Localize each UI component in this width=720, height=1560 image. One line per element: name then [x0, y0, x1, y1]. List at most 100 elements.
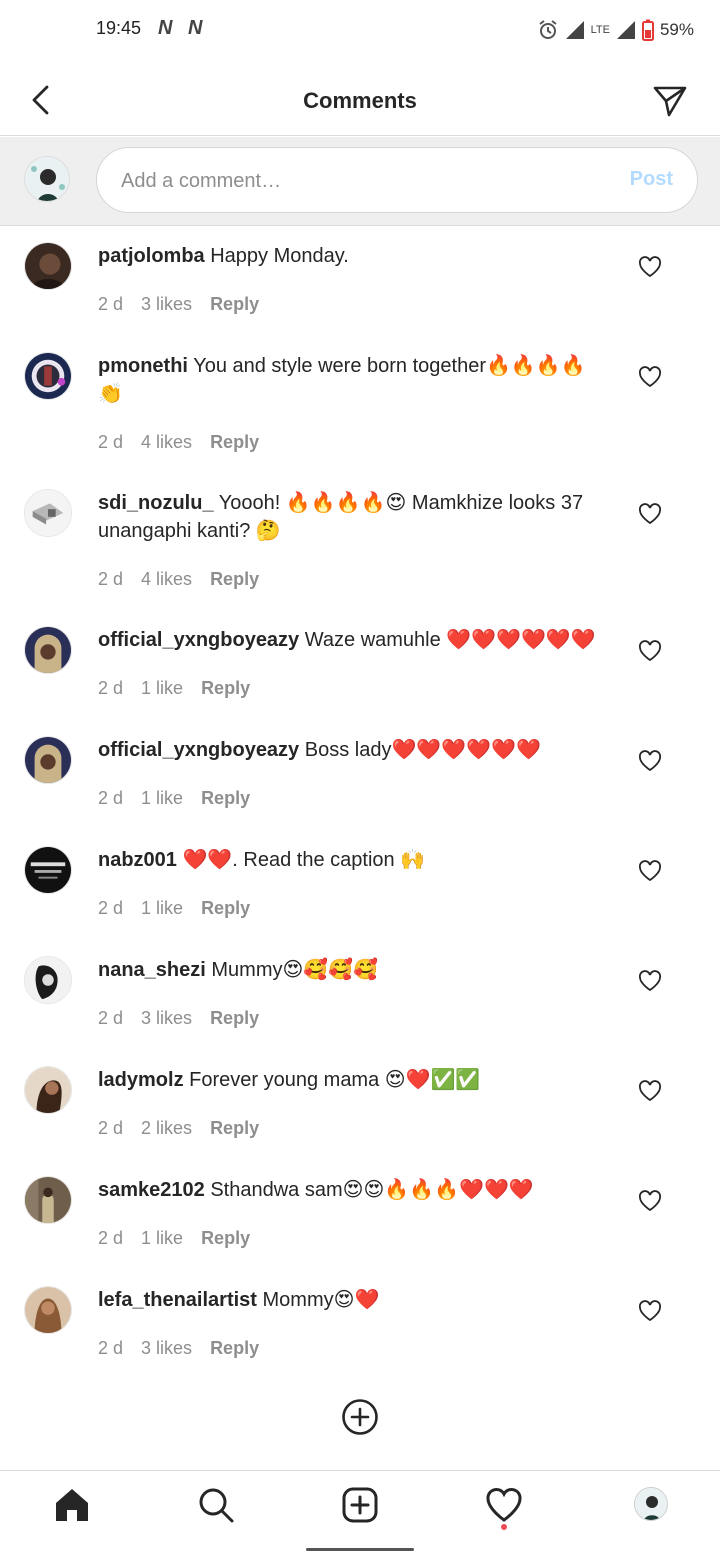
- comment-meta: 2 d 2 likes Reply: [98, 1118, 259, 1139]
- heart-outline-icon[interactable]: [638, 1300, 662, 1322]
- reply-button[interactable]: Reply: [201, 678, 250, 699]
- new-post-icon[interactable]: [340, 1485, 380, 1525]
- comment-likes[interactable]: 4 likes: [141, 432, 192, 453]
- list-item: official_yxngboyeazy Boss lady❤️❤️❤️❤️❤️…: [0, 720, 720, 830]
- bottom-nav: [0, 1470, 720, 1536]
- avatar[interactable]: [24, 736, 72, 784]
- comment-username[interactable]: nana_shezi: [98, 959, 206, 981]
- heart-outline-icon[interactable]: [638, 860, 662, 882]
- reply-button[interactable]: Reply: [210, 1338, 259, 1359]
- comment-username[interactable]: nabz001: [98, 849, 177, 871]
- comments-list: patjolomba Happy Monday. 2 d 3 likes Reply…: [0, 226, 720, 1380]
- heart-outline-icon[interactable]: [638, 503, 662, 525]
- comment-composer: Post: [0, 137, 720, 226]
- heart-outline-icon[interactable]: [638, 1080, 662, 1102]
- comment-likes[interactable]: 3 likes: [141, 294, 192, 315]
- comment-username[interactable]: lefa_thenailartist: [98, 1289, 257, 1311]
- avatar: [24, 156, 70, 202]
- comment-content: Boss lady❤️❤️❤️❤️❤️❤️: [304, 739, 541, 761]
- heart-outline-icon[interactable]: [638, 256, 662, 278]
- comment-likes[interactable]: 1 like: [141, 1228, 183, 1249]
- list-item: lefa_thenailartist Mommy😍❤️ 2 d 3 likes Re…: [0, 1270, 720, 1380]
- comment-username[interactable]: samke2102: [98, 1179, 205, 1201]
- comment-age: 2 d: [98, 678, 124, 698]
- plus-circle-icon[interactable]: [341, 1398, 379, 1436]
- heart-outline-icon[interactable]: [638, 970, 662, 992]
- battery-level: 59%: [659, 20, 694, 39]
- avatar[interactable]: [24, 352, 72, 400]
- avatar[interactable]: [24, 1066, 72, 1114]
- comment-text: sdi_nozulu_ Yoooh! 🔥🔥🔥🔥😍 Mamkhize looks …: [98, 489, 608, 545]
- heart-outline-icon[interactable]: [638, 1190, 662, 1212]
- comment-input[interactable]: [121, 168, 601, 194]
- comment-text: nana_shezi Mummy😍🥰🥰🥰: [98, 956, 608, 984]
- heart-outline-icon[interactable]: [638, 750, 662, 772]
- profile-avatar[interactable]: [634, 1487, 668, 1521]
- heart-activity-icon[interactable]: [484, 1485, 524, 1525]
- heart-outline-icon[interactable]: [638, 640, 662, 662]
- comment-text: pmonethi You and style were born togethe…: [98, 352, 608, 408]
- avatar[interactable]: [24, 956, 72, 1004]
- comment-likes[interactable]: 2 likes: [141, 1118, 192, 1139]
- comment-age: 2 d: [98, 294, 124, 314]
- comment-age: 2 d: [98, 1228, 124, 1248]
- reply-button[interactable]: Reply: [201, 1228, 250, 1249]
- comment-text: lefa_thenailartist Mommy😍❤️: [98, 1286, 608, 1314]
- reply-button[interactable]: Reply: [210, 569, 259, 590]
- list-item: nabz001 ❤️❤️. Read the caption 🙌 2 d 1 li…: [0, 830, 720, 940]
- reply-button[interactable]: Reply: [210, 1008, 259, 1029]
- comment-username[interactable]: patjolomba: [98, 245, 205, 267]
- reply-button[interactable]: Reply: [210, 1118, 259, 1139]
- lte-label: LTE: [590, 24, 610, 36]
- comment-username[interactable]: official_yxngboyeazy: [98, 629, 299, 651]
- gesture-bar[interactable]: [306, 1548, 414, 1551]
- post-button[interactable]: Post: [630, 168, 673, 191]
- avatar[interactable]: [24, 489, 72, 537]
- comment-text: official_yxngboyeazy Boss lady❤️❤️❤️❤️❤️…: [98, 736, 608, 764]
- home-icon[interactable]: [52, 1485, 92, 1525]
- list-item: ladymolz Forever young mama 😍❤️✅✅ 2 d 2 l…: [0, 1050, 720, 1160]
- comment-likes[interactable]: 1 like: [141, 678, 183, 699]
- paper-plane-icon[interactable]: [652, 84, 688, 118]
- signal-icon: [565, 21, 584, 39]
- comment-meta: 2 d 1 like Reply: [98, 788, 250, 809]
- comment-username[interactable]: official_yxngboyeazy: [98, 739, 299, 761]
- avatar[interactable]: [24, 1176, 72, 1224]
- app-bar: Comments: [0, 64, 720, 136]
- comment-meta: 2 d 3 likes Reply: [98, 1008, 259, 1029]
- comment-username[interactable]: ladymolz: [98, 1069, 184, 1091]
- comment-content: Happy Monday.: [210, 245, 349, 267]
- comment-meta: 2 d 4 likes Reply: [98, 569, 259, 590]
- comment-likes[interactable]: 3 likes: [141, 1338, 192, 1359]
- comment-text: samke2102 Sthandwa sam😍😍🔥🔥🔥❤️❤️❤️: [98, 1176, 608, 1204]
- reply-button[interactable]: Reply: [210, 294, 259, 315]
- status-bar: 19:45 N N LTE 59%: [0, 0, 720, 60]
- comment-text: patjolomba Happy Monday.: [98, 242, 608, 270]
- reply-button[interactable]: Reply: [210, 432, 259, 453]
- list-item: pmonethi You and style were born togethe…: [0, 336, 720, 473]
- comment-likes[interactable]: 1 like: [141, 898, 183, 919]
- comment-likes[interactable]: 3 likes: [141, 1008, 192, 1029]
- comment-meta: 2 d 1 like Reply: [98, 1228, 250, 1249]
- comment-username[interactable]: pmonethi: [98, 355, 188, 377]
- avatar[interactable]: [24, 846, 72, 894]
- avatar[interactable]: [24, 626, 72, 674]
- heart-outline-icon[interactable]: [638, 366, 662, 388]
- avatar[interactable]: [24, 242, 72, 290]
- comment-text: official_yxngboyeazy Waze wamuhle ❤️❤️❤️…: [98, 626, 608, 654]
- comment-likes[interactable]: 4 likes: [141, 569, 192, 590]
- list-item: patjolomba Happy Monday. 2 d 3 likes Reply: [0, 226, 720, 336]
- avatar[interactable]: [24, 1286, 72, 1334]
- search-icon[interactable]: [196, 1485, 236, 1525]
- comment-age: 2 d: [98, 1338, 124, 1358]
- reply-button[interactable]: Reply: [201, 788, 250, 809]
- signal-icon: [616, 21, 635, 39]
- comment-content: Sthandwa sam😍😍🔥🔥🔥❤️❤️❤️: [210, 1179, 534, 1201]
- comment-text: nabz001 ❤️❤️. Read the caption 🙌: [98, 846, 608, 874]
- comment-username[interactable]: sdi_nozulu_: [98, 492, 214, 514]
- comment-likes[interactable]: 1 like: [141, 788, 183, 809]
- comment-content: Waze wamuhle ❤️❤️❤️❤️❤️❤️: [304, 629, 596, 651]
- comment-meta: 2 d 4 likes Reply: [98, 432, 259, 453]
- notification-n-icon: N: [158, 17, 173, 39]
- reply-button[interactable]: Reply: [201, 898, 250, 919]
